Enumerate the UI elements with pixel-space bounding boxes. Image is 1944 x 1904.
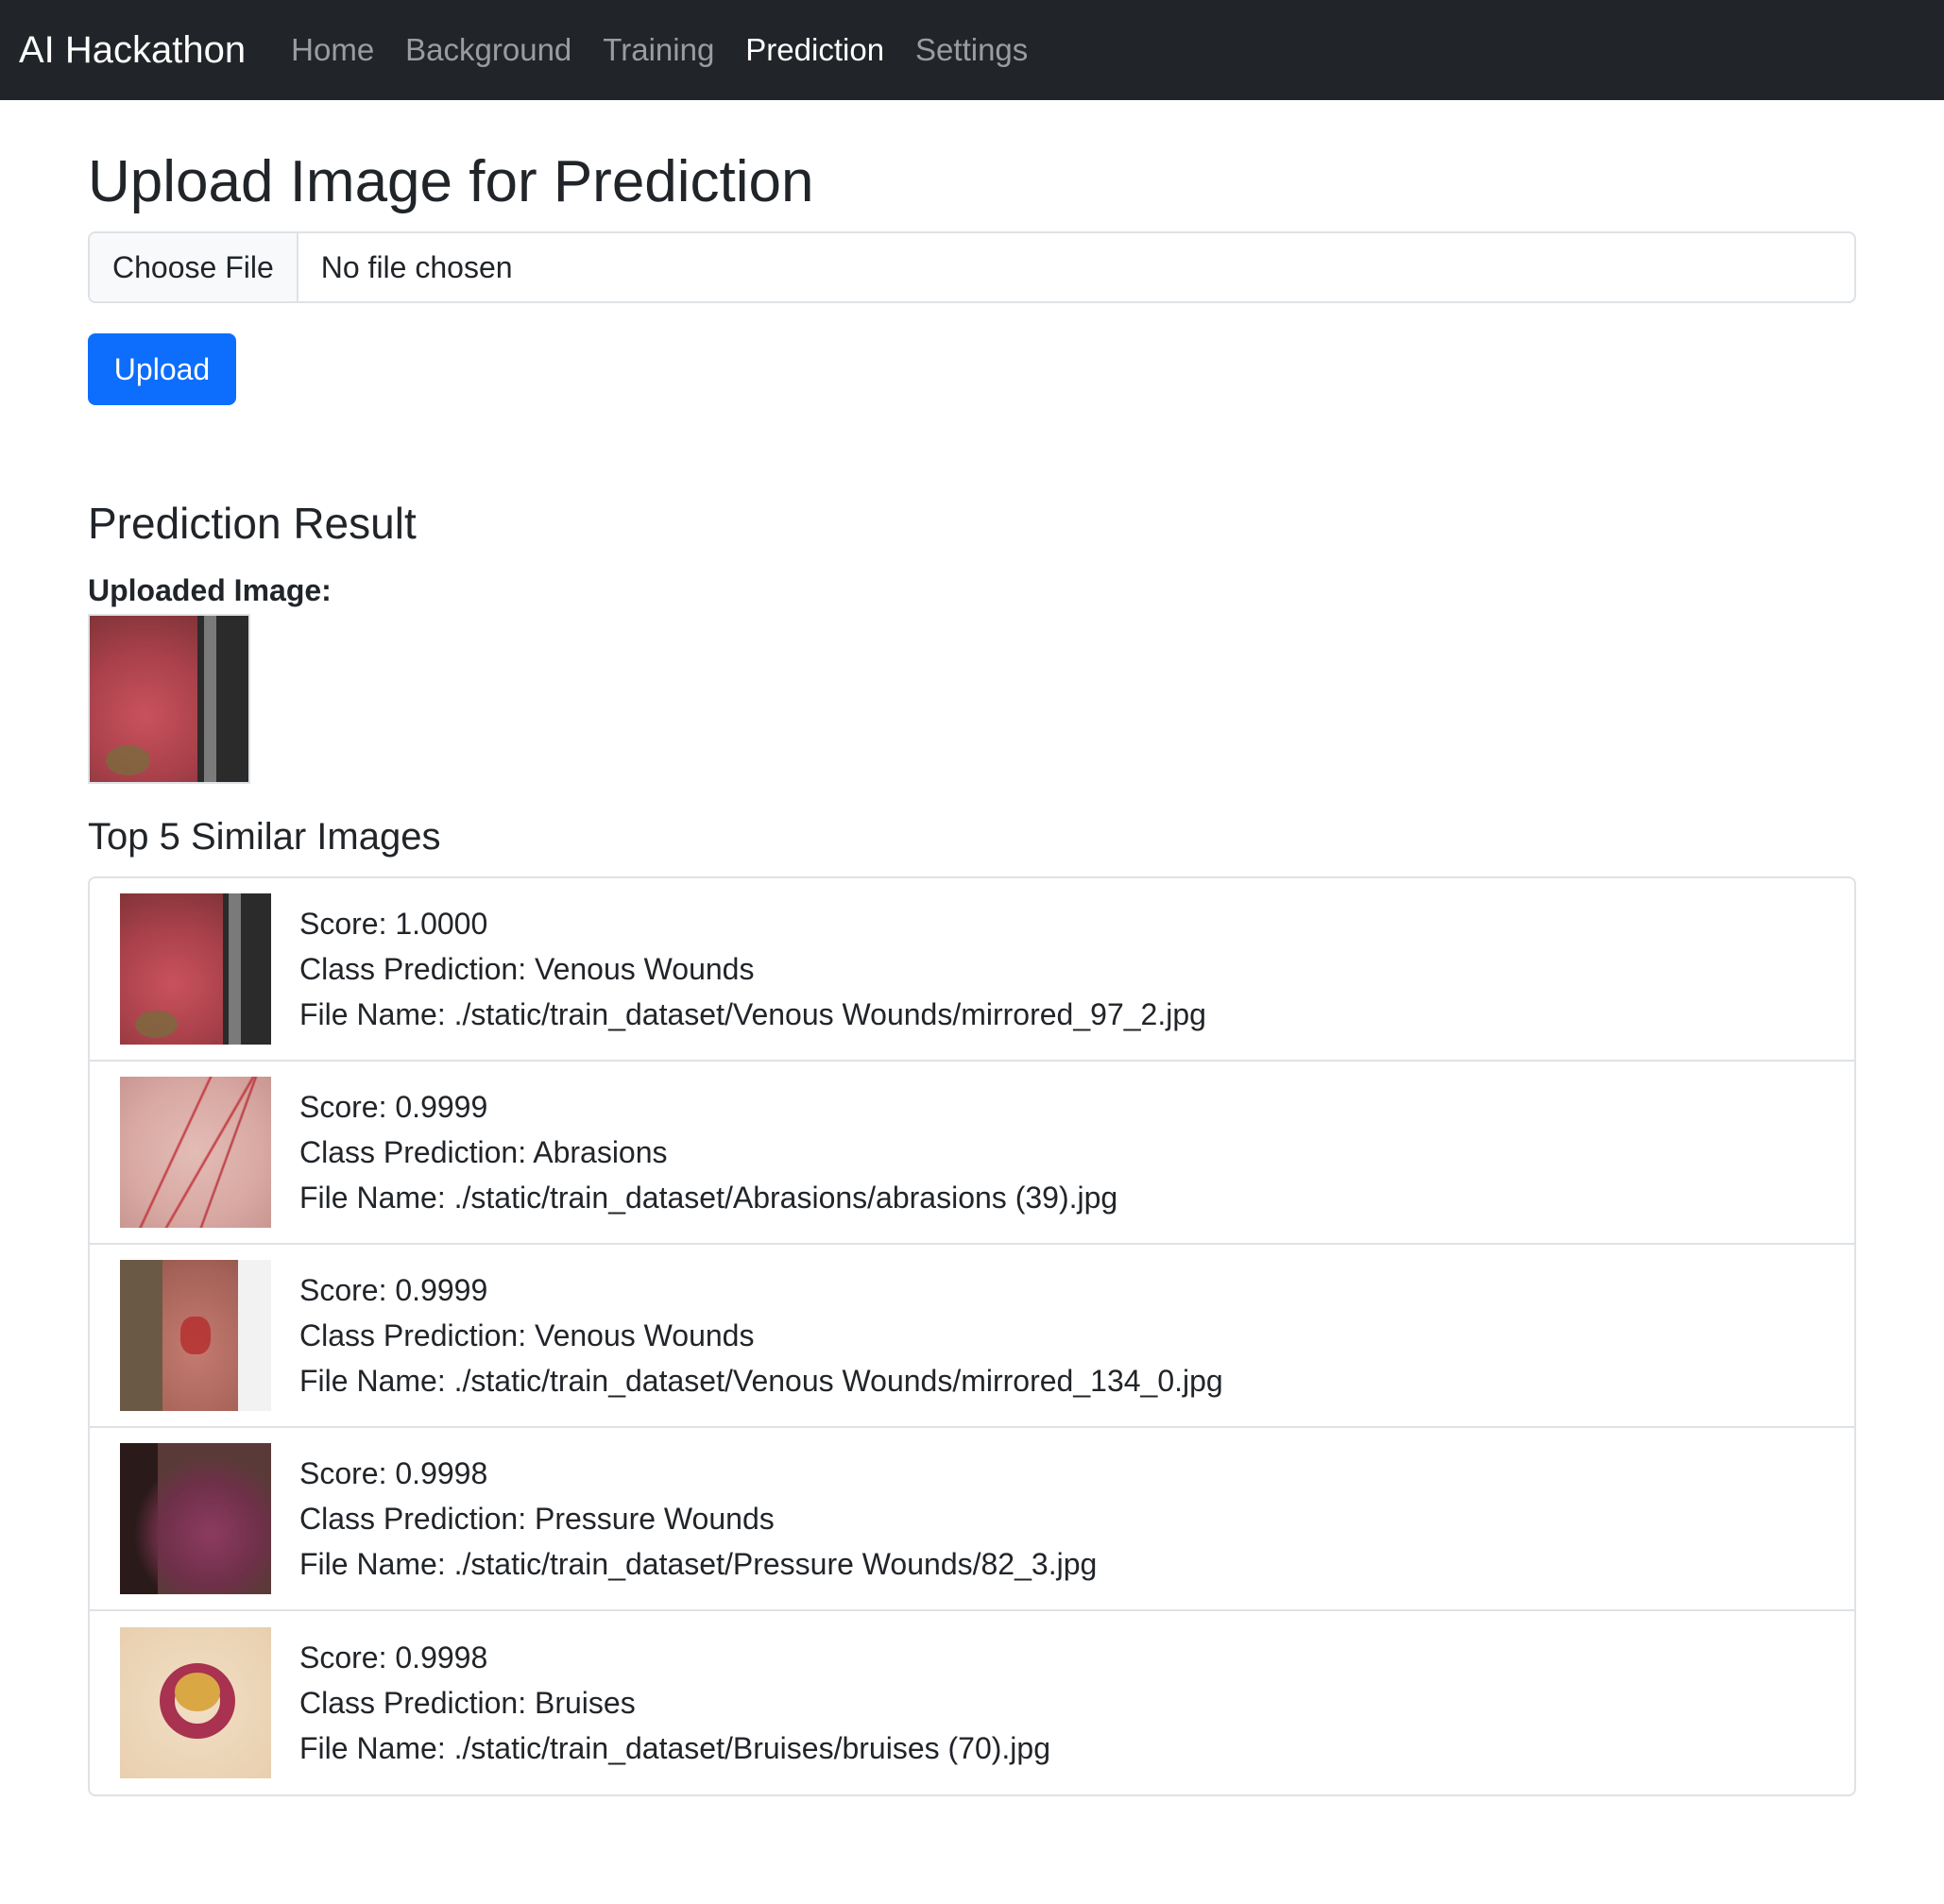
- file-name-text: File Name: ./static/train_dataset/Abrasi…: [299, 1180, 1118, 1215]
- similar-image-thumbnail: [120, 1259, 271, 1411]
- nav-link-training[interactable]: Training: [603, 32, 714, 68]
- class-prediction-text: Class Prediction: Abrasions: [299, 1134, 668, 1169]
- score-text: Score: 1.0000: [299, 906, 488, 941]
- uploaded-image-label: Uploaded Image:: [88, 572, 332, 607]
- class-prediction-text: Class Prediction: Venous Wounds: [299, 1318, 755, 1352]
- score-text: Score: 0.9998: [299, 1455, 488, 1490]
- class-prediction-text: Class Prediction: Bruises: [299, 1685, 636, 1720]
- list-item: Score: 0.9999 Class Prediction: Abrasion…: [90, 1062, 1854, 1245]
- nav-link-prediction[interactable]: Prediction: [745, 32, 884, 68]
- prediction-result-title: Prediction Result: [88, 499, 417, 549]
- nav-link-settings[interactable]: Settings: [915, 32, 1028, 68]
- score-text: Score: 0.9999: [299, 1089, 488, 1124]
- page-title: Upload Image for Prediction: [88, 149, 814, 214]
- uploaded-image: [88, 613, 250, 784]
- nav-link-home[interactable]: Home: [291, 32, 374, 68]
- similar-image-info: Score: 0.9999 Class Prediction: Venous W…: [299, 1267, 1223, 1403]
- similar-images-title: Top 5 Similar Images: [88, 815, 441, 858]
- class-prediction-text: Class Prediction: Venous Wounds: [299, 951, 755, 986]
- nav-links: Home Background Training Prediction Sett…: [291, 32, 1028, 68]
- score-text: Score: 0.9999: [299, 1272, 488, 1307]
- similar-image-info: Score: 0.9999 Class Prediction: Abrasion…: [299, 1084, 1117, 1220]
- file-status: No file chosen: [320, 249, 513, 284]
- file-name-text: File Name: ./static/train_dataset/Pressu…: [299, 1546, 1098, 1581]
- list-item: Score: 1.0000 Class Prediction: Venous W…: [90, 878, 1854, 1062]
- list-item: Score: 0.9998 Class Prediction: Bruises …: [90, 1611, 1854, 1794]
- file-name-text: File Name: ./static/train_dataset/Bruise…: [299, 1730, 1050, 1765]
- navbar: AI Hackathon Home Background Training Pr…: [0, 0, 1944, 100]
- similar-image-thumbnail: [120, 892, 271, 1045]
- list-item: Score: 0.9998 Class Prediction: Pressure…: [90, 1428, 1854, 1611]
- similar-image-thumbnail: [120, 1442, 271, 1594]
- nav-link-background[interactable]: Background: [405, 32, 571, 68]
- navbar-brand[interactable]: AI Hackathon: [19, 29, 246, 72]
- file-name-text: File Name: ./static/train_dataset/Venous…: [299, 996, 1206, 1031]
- score-text: Score: 0.9998: [299, 1640, 488, 1674]
- similar-image-thumbnail: [120, 1076, 271, 1228]
- similar-image-thumbnail: [120, 1626, 271, 1778]
- class-prediction-text: Class Prediction: Pressure Wounds: [299, 1501, 775, 1536]
- list-item: Score: 0.9999 Class Prediction: Venous W…: [90, 1245, 1854, 1428]
- similar-image-info: Score: 1.0000 Class Prediction: Venous W…: [299, 901, 1206, 1037]
- main-content: Upload Image for Prediction Choose File …: [88, 100, 1856, 1796]
- file-input[interactable]: Choose File No file chosen: [88, 231, 1856, 304]
- similar-image-info: Score: 0.9998 Class Prediction: Bruises …: [299, 1635, 1050, 1771]
- upload-button[interactable]: Upload: [88, 333, 236, 406]
- file-name-text: File Name: ./static/train_dataset/Venous…: [299, 1363, 1223, 1398]
- choose-file-button[interactable]: Choose File: [90, 233, 298, 302]
- similar-image-info: Score: 0.9998 Class Prediction: Pressure…: [299, 1451, 1097, 1587]
- similar-images-list: Score: 1.0000 Class Prediction: Venous W…: [88, 876, 1856, 1796]
